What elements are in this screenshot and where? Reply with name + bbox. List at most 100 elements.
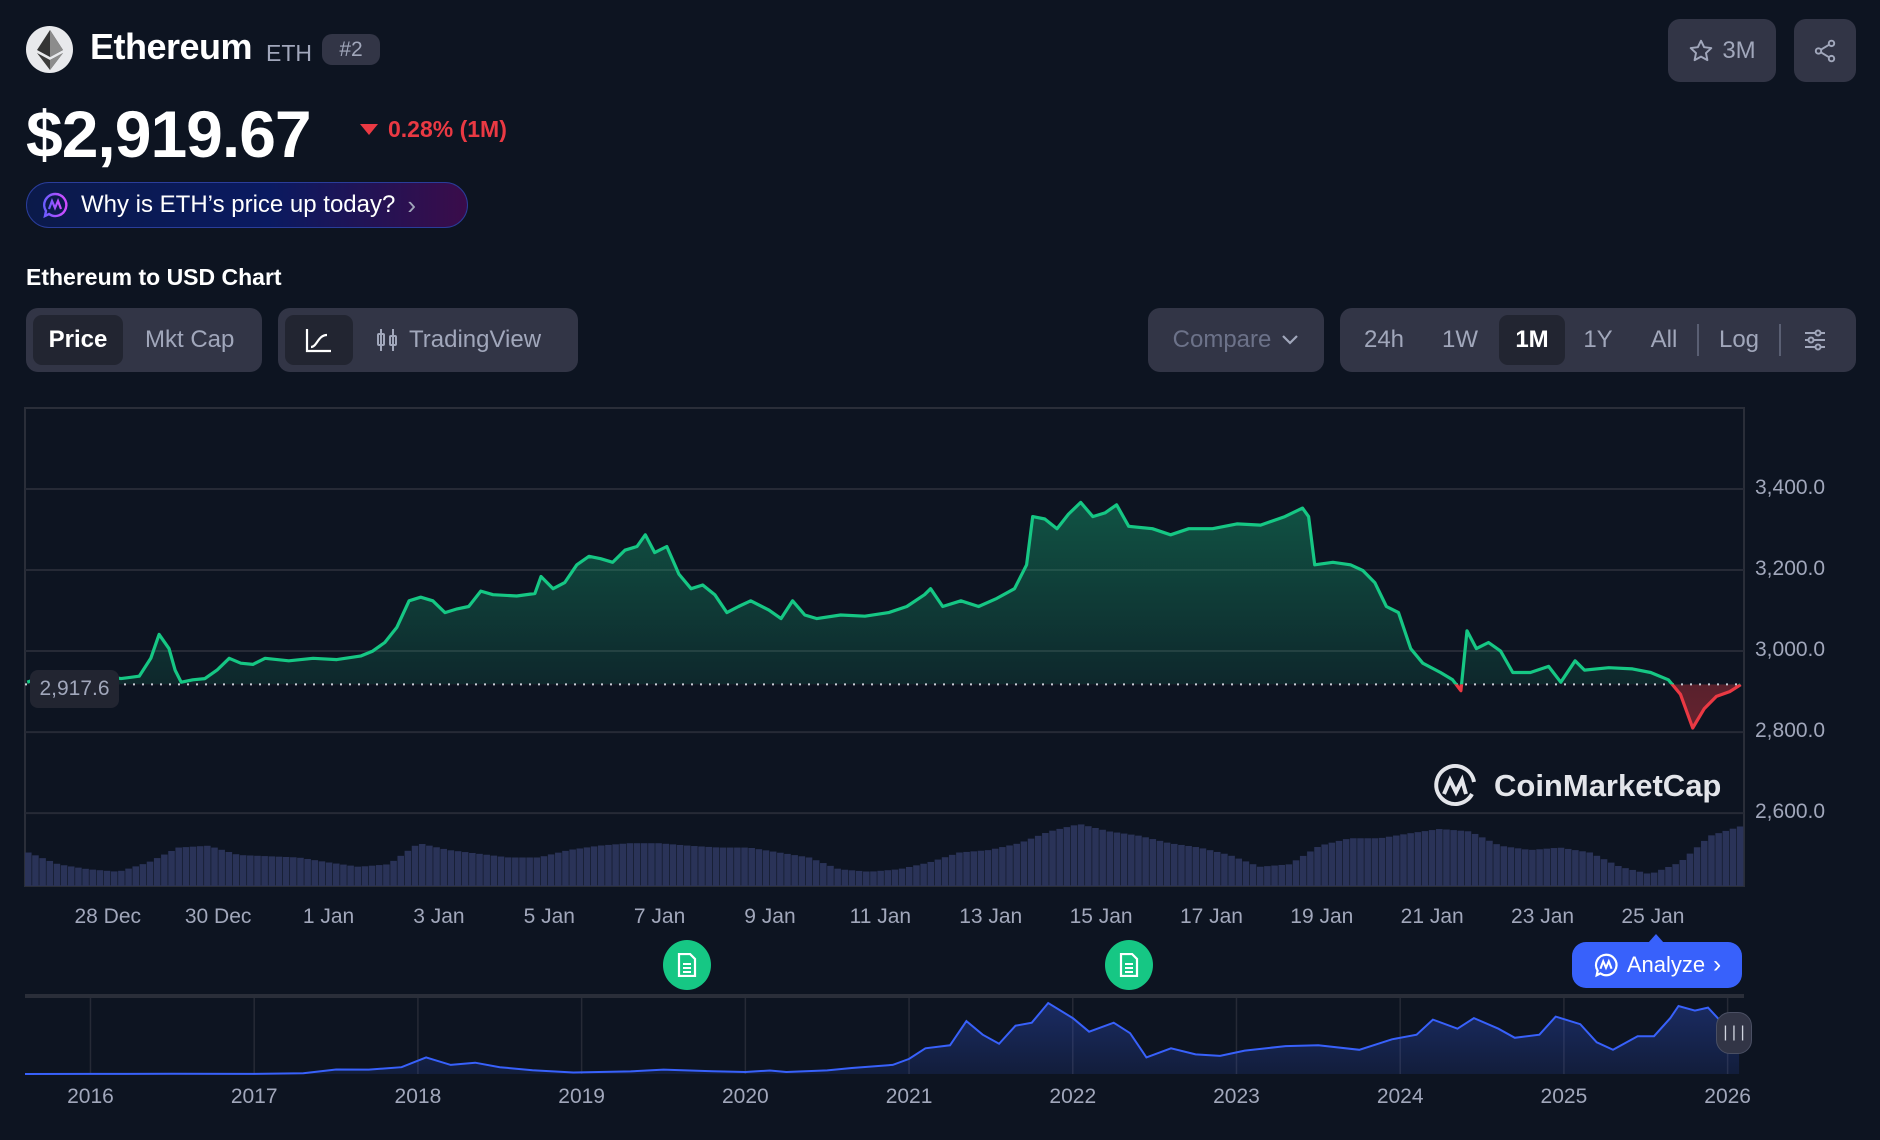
volume-bar — [89, 869, 97, 886]
volume-bar — [1708, 835, 1715, 886]
volume-bar — [189, 846, 197, 886]
volume-bar — [712, 847, 720, 886]
volume-bar — [1156, 840, 1164, 886]
volume-bar — [332, 863, 340, 886]
volume-bar — [1106, 831, 1114, 886]
coinmarketcap-watermark: CoinMarketCap — [1432, 762, 1721, 810]
news-event-marker[interactable] — [663, 940, 712, 990]
volume-bar — [1550, 848, 1558, 886]
volume-bar — [1278, 864, 1285, 886]
x-tick-label: 11 Jan — [849, 905, 912, 928]
analyze-button[interactable]: Analyze › — [1572, 934, 1742, 988]
volume-bar — [25, 852, 32, 886]
volume-bar — [1328, 842, 1336, 886]
volume-bar — [1142, 837, 1149, 886]
volume-bar — [1271, 865, 1278, 886]
volume-bar — [1650, 872, 1658, 886]
volume-bar — [1679, 859, 1687, 886]
grip-icon: | | | — [1723, 1024, 1745, 1041]
volume-bar — [1070, 825, 1078, 886]
volume-bar — [1020, 841, 1028, 886]
volume-bar — [1428, 830, 1436, 886]
volume-bar — [1536, 849, 1543, 886]
document-icon — [1119, 953, 1138, 977]
volume-bar — [1443, 829, 1450, 886]
volume-bar — [1665, 866, 1672, 886]
volume-bar — [1042, 833, 1049, 886]
volume-bar — [1729, 828, 1737, 886]
volume-bar — [354, 866, 362, 886]
volume-bar — [626, 843, 634, 886]
volume-bar — [1393, 835, 1400, 886]
volume-bar — [1564, 848, 1572, 886]
volume-bar — [1385, 836, 1393, 886]
news-event-marker[interactable] — [1104, 940, 1153, 990]
volume-bar — [461, 852, 469, 886]
volume-bar — [812, 860, 820, 886]
volume-bar — [1471, 833, 1479, 886]
volume-bar — [1450, 830, 1457, 886]
volume-bar — [1521, 849, 1529, 886]
navigator-area — [25, 1003, 1740, 1074]
volume-bar — [1622, 868, 1629, 886]
volume-bar — [1335, 840, 1343, 886]
volume-bar — [1056, 828, 1063, 886]
volume-bar — [247, 855, 254, 886]
volume-bar — [1120, 833, 1128, 886]
volume-bar — [991, 848, 999, 886]
volume-bar — [999, 847, 1006, 886]
volume-bar — [433, 847, 440, 886]
volume-bar — [748, 847, 755, 886]
volume-bar — [791, 855, 798, 886]
volume-bar — [82, 868, 89, 886]
navigator-year-label: 2024 — [1376, 1085, 1424, 1108]
volume-bar — [1629, 869, 1636, 886]
volume-bar — [218, 849, 225, 886]
volume-bar — [1299, 855, 1307, 886]
volume-bar — [762, 850, 770, 886]
volume-bar — [977, 850, 985, 886]
volume-bar — [204, 845, 211, 886]
volume-bar — [225, 852, 233, 886]
navigator-range-handle[interactable]: | | | — [1716, 1012, 1752, 1054]
volume-bar — [1407, 833, 1414, 886]
volume-bar — [440, 848, 447, 886]
volume-bar — [1636, 871, 1644, 886]
volume-bar — [418, 844, 426, 886]
volume-bar — [1507, 847, 1515, 886]
volume-bar — [533, 857, 541, 886]
volume-bar — [1092, 827, 1099, 886]
navigator-top-border — [25, 994, 1744, 998]
volume-bar — [863, 871, 870, 886]
volume-bar — [519, 857, 526, 886]
volume-bar — [562, 850, 569, 886]
volume-bar — [118, 870, 125, 886]
volume-bar — [1701, 840, 1708, 886]
volume-bar — [640, 843, 648, 886]
volume-bar — [1736, 826, 1744, 886]
volume-bar — [1464, 831, 1472, 886]
volume-bar — [1199, 848, 1207, 886]
volume-bar — [96, 870, 104, 886]
price-area-up — [27, 502, 1673, 685]
volume-bar — [318, 861, 326, 886]
volume-bar — [1242, 861, 1250, 886]
volume-bar — [103, 870, 111, 886]
volume-bar — [175, 847, 182, 886]
volume-bar — [1500, 846, 1508, 886]
navigator-year-label: 2017 — [230, 1085, 278, 1108]
cmc-logo-icon — [1434, 764, 1476, 807]
volume-bar — [1615, 866, 1622, 886]
volume-bar — [390, 860, 397, 886]
volume-bar — [490, 855, 498, 886]
volume-bar — [1493, 844, 1500, 886]
volume-bar — [1715, 833, 1722, 886]
volume-bar — [798, 856, 806, 886]
volume-bar — [1607, 862, 1615, 886]
volume-bar — [75, 867, 82, 886]
volume-bar — [777, 852, 784, 886]
volume-bar — [1572, 850, 1579, 886]
x-tick-label: 21 Jan — [1400, 905, 1464, 928]
navigator-year-label: 2023 — [1213, 1085, 1260, 1108]
volume-bar — [32, 855, 39, 886]
